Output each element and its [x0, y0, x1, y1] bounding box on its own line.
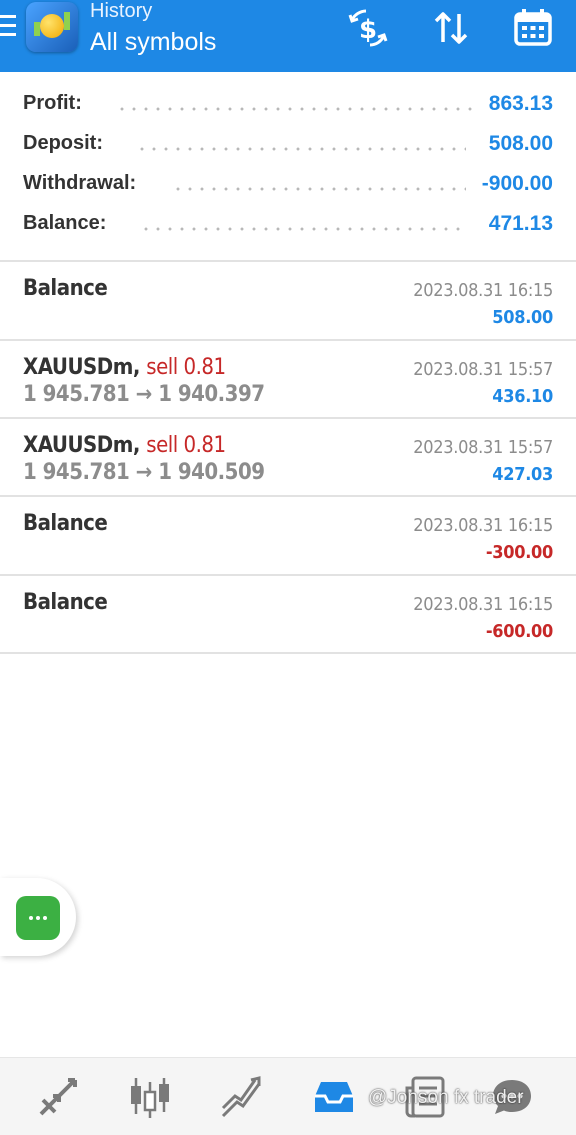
- summary-label: Profit:: [23, 92, 88, 115]
- app-logo: [26, 2, 78, 52]
- deal-prices: 1 945.781 → 1 940.397: [23, 382, 265, 407]
- close-price: 1 940.509: [158, 460, 265, 485]
- deal-amount: 427.03: [492, 464, 553, 485]
- chat-button[interactable]: [16, 896, 60, 940]
- watermark: @Jonson fx trader: [368, 1087, 524, 1108]
- summary-label: Withdrawal:: [23, 172, 143, 195]
- summary-row-balance: Balance: 471.13: [0, 202, 576, 242]
- summary-row-profit: Profit: 863.13: [0, 82, 576, 122]
- deal-row[interactable]: XAUUSDm, sell 0.81 1 945.781 → 1 940.509…: [0, 419, 576, 497]
- sort-icon[interactable]: [429, 6, 473, 50]
- deal-title: Balance: [23, 276, 108, 301]
- deal-time: 2023.08.31 16:15: [413, 280, 553, 301]
- deal-amount: 436.10: [492, 386, 553, 407]
- summary-label: Deposit:: [23, 132, 109, 155]
- bottom-navigation: @Jonson fx trader: [0, 1057, 576, 1135]
- arrow-icon: →: [135, 382, 153, 407]
- deal-time: 2023.08.31 16:15: [413, 515, 553, 536]
- summary-row-withdrawal: Withdrawal: -900.00: [0, 162, 576, 202]
- arrow-icon: →: [135, 460, 153, 485]
- deal-row[interactable]: XAUUSDm, sell 0.81 1 945.781 → 1 940.397…: [0, 341, 576, 419]
- quotes-icon[interactable]: [35, 1074, 81, 1120]
- app-bar: History All symbols $: [0, 0, 576, 72]
- summary-value: -900.00: [481, 172, 553, 195]
- deal-title: XAUUSDm, sell 0.81: [23, 355, 226, 380]
- deal-title: Balance: [23, 590, 108, 615]
- deal-time: 2023.08.31 15:57: [413, 359, 553, 380]
- floating-chat-panel: [0, 878, 76, 956]
- history-icon[interactable]: [311, 1074, 357, 1120]
- close-price: 1 940.397: [158, 382, 265, 407]
- menu-icon[interactable]: [0, 15, 16, 39]
- open-price: 1 945.781: [23, 460, 130, 485]
- summary-value: 508.00: [488, 132, 553, 155]
- deal-time: 2023.08.31 16:15: [413, 594, 553, 615]
- deal-symbol: XAUUSDm,: [23, 433, 140, 458]
- summary-value: 863.13: [488, 92, 553, 115]
- deal-row[interactable]: Balance 2023.08.31 16:15 -600.00: [0, 576, 576, 654]
- deal-title: Balance: [23, 511, 108, 536]
- deal-amount: -600.00: [485, 621, 553, 642]
- deal-row[interactable]: Balance 2023.08.31 16:15 508.00: [0, 262, 576, 340]
- deal-amount: 508.00: [492, 307, 553, 328]
- history-summary: Profit: 863.13 Deposit: 508.00 Withdrawa…: [0, 82, 576, 242]
- deal-prices: 1 945.781 → 1 940.509: [23, 460, 265, 485]
- chart-icon[interactable]: [127, 1074, 173, 1120]
- summary-row-deposit: Deposit: 508.00: [0, 122, 576, 162]
- svg-text:$: $: [359, 15, 377, 45]
- deal-time: 2023.08.31 15:57: [413, 437, 553, 458]
- screen-subtitle: History: [90, 0, 153, 22]
- summary-label: Balance:: [23, 212, 113, 235]
- symbol-filter-title[interactable]: All symbols: [90, 27, 216, 57]
- deal-action: sell 0.81: [146, 433, 226, 458]
- open-price: 1 945.781: [23, 382, 130, 407]
- deal-symbol: XAUUSDm,: [23, 355, 140, 380]
- calendar-icon[interactable]: [511, 6, 555, 50]
- divider: [0, 652, 576, 654]
- deal-title: XAUUSDm, sell 0.81: [23, 433, 226, 458]
- summary-value: 471.13: [488, 212, 553, 235]
- trade-icon[interactable]: [219, 1074, 265, 1120]
- deal-row[interactable]: Balance 2023.08.31 16:15 -300.00: [0, 497, 576, 575]
- deal-action: sell 0.81: [146, 355, 226, 380]
- currency-exchange-icon[interactable]: $: [346, 6, 390, 50]
- deal-amount: -300.00: [485, 542, 553, 563]
